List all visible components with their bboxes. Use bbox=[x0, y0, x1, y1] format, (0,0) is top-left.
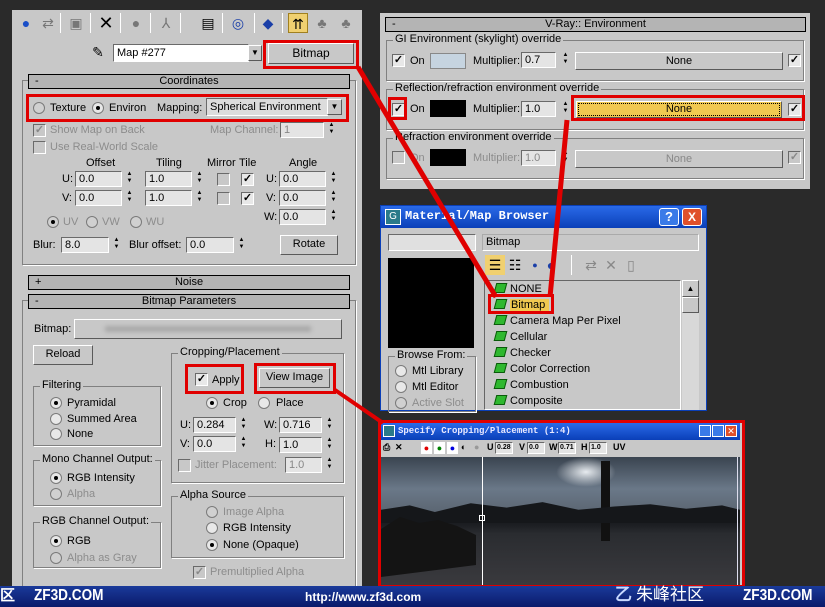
banner-site-left: ZF3D.COM bbox=[34, 587, 104, 604]
watermark-banner: 区 ZF3D.COM http://www.zf3d.com 乙 朱峰社区 ZF… bbox=[0, 586, 825, 607]
banner-url[interactable]: http://www.zf3d.com bbox=[305, 591, 421, 604]
banner-site-right: ZF3D.COM bbox=[743, 587, 813, 604]
banner-fragment: 区 bbox=[0, 587, 16, 604]
annotation-line-bitmap bbox=[355, 65, 499, 299]
annotation-line-none bbox=[547, 119, 570, 298]
annotation-lines bbox=[333, 65, 570, 425]
brand-logo-icon: 乙 bbox=[615, 585, 632, 604]
annotation-line-view-image bbox=[333, 388, 385, 425]
banner-brand: 朱峰社区 bbox=[636, 585, 704, 604]
annotation-box bbox=[488, 294, 554, 314]
